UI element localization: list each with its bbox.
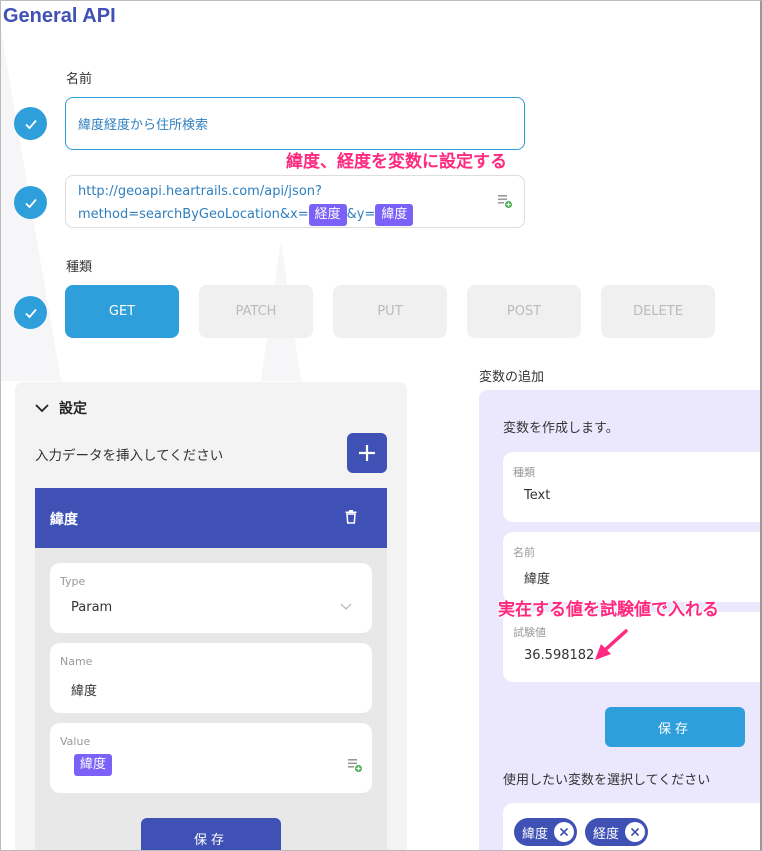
param-name-value: 緯度	[71, 684, 98, 699]
method-get-button[interactable]: GET	[65, 285, 179, 338]
method-post-button[interactable]: POST	[467, 285, 581, 338]
param-name-field[interactable]: Name 緯度	[50, 643, 372, 713]
variable-pill-longitude[interactable]: 経度	[585, 818, 649, 846]
method-delete-button[interactable]: DELETE	[601, 285, 715, 338]
param-value-chip[interactable]: 緯度	[74, 754, 113, 776]
annotation-latlng-vars: 緯度、経度を変数に設定する	[286, 152, 507, 172]
plus-icon	[359, 445, 375, 461]
param-name-label: Name	[60, 655, 93, 668]
variable-kind-select[interactable]: 種類 Text	[503, 452, 760, 522]
variables-section-label: 変数の追加	[479, 370, 545, 385]
variable-test-value: 36.598182	[524, 648, 595, 663]
app-window: General API 名前 緯度経度から住所検索 緯度、経度を変数に設定する …	[0, 0, 762, 851]
param-value-field[interactable]: Value 緯度	[50, 723, 372, 793]
settings-save-button[interactable]: 保存	[141, 818, 281, 850]
url-chip-longitude[interactable]: 経度	[308, 204, 347, 226]
variable-name-value: 緯度	[524, 572, 551, 587]
annotation-test-value: 実在する値を試験値で入れる	[498, 600, 719, 620]
variables-intro: 変数を作成します。	[503, 421, 619, 436]
variable-name-field[interactable]: 名前 緯度	[503, 532, 760, 602]
variable-test-field[interactable]: 試験値 36.598182	[503, 612, 760, 682]
type-value: Param	[71, 600, 113, 615]
url-line-2: method=searchByGeoLocation&x= 経度 &y= 緯度	[78, 203, 512, 226]
variable-pill-latitude[interactable]: 緯度	[514, 818, 578, 846]
variable-test-label: 試験値	[513, 626, 546, 639]
url-check-icon	[14, 186, 47, 219]
param-value-label: Value	[60, 735, 91, 748]
url-input[interactable]: http://geoapi.heartrails.com/api/json? m…	[65, 175, 525, 228]
pointer-arrow-icon	[595, 629, 628, 660]
variable-name-label: 名前	[513, 546, 535, 559]
name-field-label: 名前	[66, 72, 93, 87]
type-label: Type	[60, 575, 86, 588]
url-chip-latitude[interactable]: 緯度	[375, 204, 414, 226]
add-input-button[interactable]	[347, 433, 387, 473]
param-header: 緯度	[35, 488, 387, 548]
insert-variable-icon[interactable]	[497, 193, 513, 209]
variable-pill-latitude-label: 緯度	[522, 826, 549, 842]
url-line-1: http://geoapi.heartrails.com/api/json?	[78, 184, 322, 199]
name-check-icon	[14, 107, 47, 140]
method-put-button[interactable]: PUT	[333, 285, 447, 338]
variables-save-button[interactable]: 保存	[605, 707, 745, 747]
insert-variable-icon[interactable]	[347, 757, 363, 773]
app-title: General API	[3, 5, 116, 27]
variables-select-prompt: 使用したい変数を選択してください	[503, 773, 711, 788]
method-patch-button[interactable]: PATCH	[199, 285, 313, 338]
trash-icon[interactable]	[345, 510, 357, 524]
variable-kind-value: Text	[524, 488, 551, 503]
remove-latitude-icon[interactable]	[554, 822, 575, 842]
url-line-2-mid: &y=	[346, 207, 376, 222]
name-input-value: 緯度経度から住所検索	[78, 118, 209, 133]
variable-pill-longitude-label: 経度	[593, 826, 620, 842]
method-check-icon	[14, 296, 47, 329]
url-line-2-prefix: method=searchByGeoLocation&x=	[78, 207, 309, 222]
type-select[interactable]: Type Param	[50, 563, 372, 633]
variable-kind-label: 種類	[513, 466, 535, 479]
name-input[interactable]: 緯度経度から住所検索	[65, 97, 525, 150]
settings-title: 設定	[59, 401, 87, 417]
variables-select-box: 緯度 経度	[503, 803, 760, 850]
settings-toggle[interactable]: 設定	[35, 398, 87, 418]
chevron-down-icon	[340, 603, 352, 610]
method-label: 種類	[66, 260, 93, 275]
chevron-down-icon	[35, 404, 49, 413]
insert-prompt: 入力データを挿入してください	[35, 448, 224, 464]
remove-longitude-icon[interactable]	[625, 822, 646, 842]
param-header-title: 緯度	[50, 512, 78, 528]
